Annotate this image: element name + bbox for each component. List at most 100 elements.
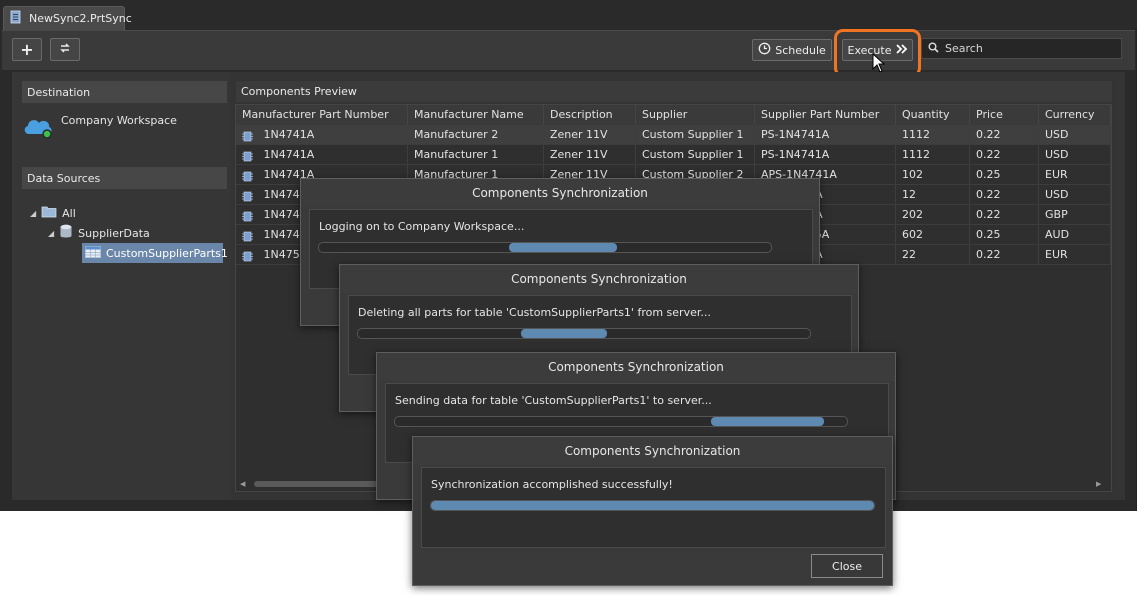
table-cell: 1112 — [896, 125, 970, 144]
cell-text: 1N4741A — [263, 128, 315, 141]
destination-header-label: Destination — [27, 85, 91, 99]
table-cell: Custom Supplier 1 — [636, 145, 755, 164]
chip-icon — [242, 229, 253, 241]
chip-icon — [242, 169, 253, 181]
sync-arrows-icon — [58, 41, 72, 58]
table-row[interactable]: 1N4741A Manufacturer 2 Zener 11V Custom Sup… — [236, 125, 1111, 145]
table-cell: 0.22 — [970, 125, 1039, 144]
chip-icon — [242, 249, 253, 261]
column-header-manufacturer[interactable]: Manufacturer Name — [408, 105, 544, 125]
search-input[interactable]: Search — [921, 38, 1122, 59]
dialog-message: Deleting all parts for table 'CustomSupp… — [358, 306, 711, 319]
table-cell: PS-1N4741A — [755, 145, 896, 164]
close-button-label: Close — [832, 559, 862, 573]
clock-icon — [758, 42, 771, 58]
table-cell: 22 — [896, 245, 970, 264]
table-cell: GBP — [1039, 205, 1111, 224]
column-header-supplier[interactable]: Supplier — [636, 105, 755, 125]
destination-name: Company Workspace — [61, 114, 177, 127]
table-cell: 0.22 — [970, 205, 1039, 224]
destination-header: Destination — [22, 81, 227, 103]
progress-bar — [357, 328, 811, 339]
document-sync-icon — [9, 10, 23, 27]
tree-item-supplier-data[interactable]: ◢ SupplierData — [48, 224, 150, 242]
scroll-left-icon[interactable]: ◀ — [240, 480, 245, 488]
tree-item-all[interactable]: ◢ All — [30, 205, 76, 221]
dialog-message: Logging on to Company Workspace... — [319, 220, 525, 233]
table-cell: 602 — [896, 225, 970, 244]
table-cell: 0.25 — [970, 225, 1039, 244]
column-header-description[interactable]: Description — [544, 105, 636, 125]
column-header-price[interactable]: Price — [970, 105, 1039, 125]
progress-fill — [431, 501, 874, 510]
cell-text: 1N474 — [263, 228, 300, 241]
add-button-label: + — [20, 40, 34, 59]
cell-text: 1N4741A — [263, 148, 315, 161]
column-header-quantity[interactable]: Quantity — [896, 105, 970, 125]
progress-bar — [394, 416, 848, 427]
progress-fill — [520, 329, 607, 338]
scroll-right-icon[interactable]: ▶ — [1096, 480, 1101, 488]
tree-item-custom-table[interactable]: CustomSupplierParts1 — [82, 243, 228, 263]
table-cell: 0.22 — [970, 185, 1039, 204]
cell-text: 1N475 — [263, 248, 300, 261]
refresh-button[interactable] — [50, 38, 80, 61]
dialog-message: Sending data for table 'CustomSupplierPa… — [395, 394, 712, 407]
dialog-title: Components Synchronization — [301, 179, 819, 207]
table-cell: AUD — [1039, 225, 1111, 244]
column-header-mpn[interactable]: Manufacturer Part Number — [236, 105, 408, 125]
sync-dialog-complete: Components Synchronization Synchronizati… — [412, 436, 893, 586]
table-cell: 0.22 — [970, 145, 1039, 164]
data-sources-header-label: Data Sources — [27, 171, 101, 185]
table-cell: Manufacturer 1 — [408, 145, 544, 164]
search-placeholder: Search — [945, 42, 983, 55]
table-cell: PS-1N4741A — [755, 125, 896, 144]
table-cell: Zener 11V — [544, 125, 636, 144]
table-cell: USD — [1039, 185, 1111, 204]
chip-icon — [242, 209, 253, 221]
add-button[interactable]: + — [12, 38, 42, 61]
chip-icon — [242, 189, 253, 201]
dialog-title: Components Synchronization — [413, 437, 892, 465]
table-cell: 1N4741A — [236, 125, 408, 144]
document-tab[interactable]: NewSync2.PrtSync — [3, 6, 132, 30]
chip-icon — [242, 149, 253, 161]
column-header-currency[interactable]: Currency — [1039, 105, 1111, 125]
progress-bar — [318, 242, 772, 253]
table-row[interactable]: 1N4741A Manufacturer 1 Zener 11V Custom Sup… — [236, 145, 1111, 165]
table-cell: Zener 11V — [544, 145, 636, 164]
table-cell: 202 — [896, 205, 970, 224]
table-cell: EUR — [1039, 165, 1111, 184]
components-preview-header: Components Preview — [236, 81, 1112, 102]
schedule-button-label: Schedule — [775, 43, 826, 57]
tree-item-supplier-data-label: SupplierData — [78, 226, 150, 240]
table-cell: 1112 — [896, 145, 970, 164]
progress-fill — [711, 417, 825, 426]
data-sources-header: Data Sources — [22, 167, 227, 189]
collapse-arrow-icon: ◢ — [30, 208, 37, 218]
table-cell: USD — [1039, 145, 1111, 164]
table-cell: EUR — [1039, 245, 1111, 264]
table-cell: Custom Supplier 1 — [636, 125, 755, 144]
tab-strip — [0, 0, 1137, 30]
cloud-icon — [22, 112, 54, 143]
cell-text: 1N474 — [263, 208, 300, 221]
progress-fill — [508, 243, 618, 252]
chip-icon — [242, 129, 253, 141]
components-preview-label: Components Preview — [241, 85, 357, 98]
column-header-spn[interactable]: Supplier Part Number — [755, 105, 896, 125]
dialog-title: Components Synchronization — [377, 353, 895, 381]
search-icon — [928, 42, 939, 56]
table-cell: 102 — [896, 165, 970, 184]
database-icon — [59, 224, 73, 242]
table-icon — [85, 245, 101, 261]
document-tab-label: NewSync2.PrtSync — [29, 12, 132, 25]
dialog-body: Synchronization accomplished successfull… — [421, 467, 886, 548]
cell-text: 1N474 — [263, 188, 300, 201]
table-cell: Manufacturer 2 — [408, 125, 544, 144]
folder-icon — [41, 205, 57, 221]
close-button[interactable]: Close — [811, 554, 883, 578]
schedule-button[interactable]: Schedule — [752, 39, 832, 61]
tree-item-custom-table-label: CustomSupplierParts1 — [106, 246, 228, 260]
table-cell: 12 — [896, 185, 970, 204]
